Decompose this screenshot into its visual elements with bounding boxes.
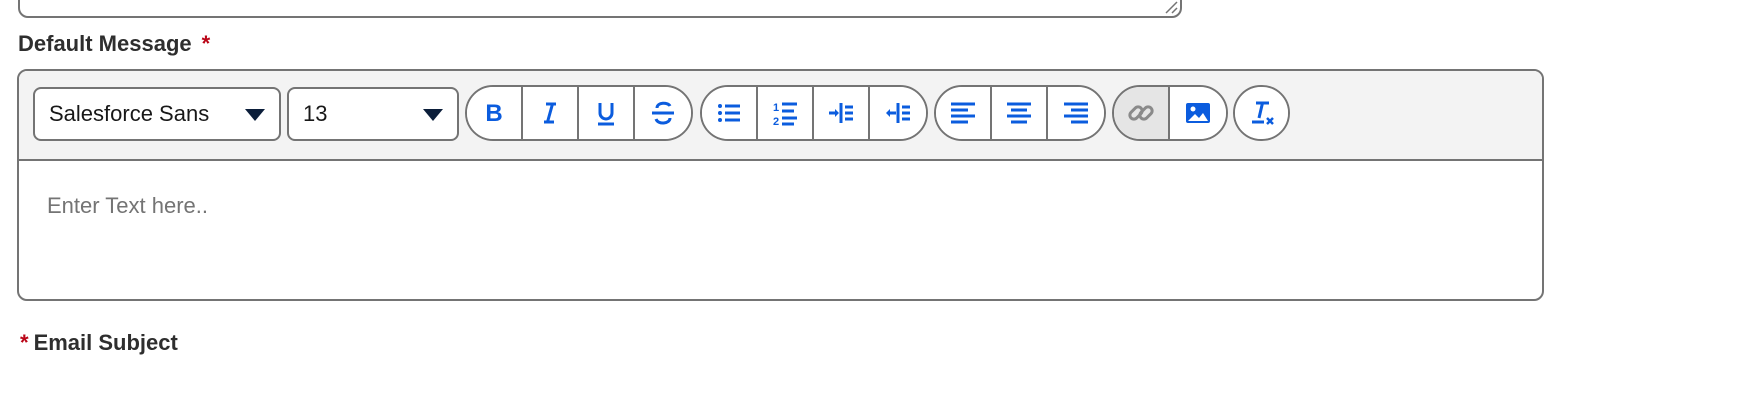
svg-text:2: 2 [773,116,779,128]
required-indicator: * [201,31,211,56]
required-indicator: * [20,330,29,355]
email-subject-label: * Email Subject [20,330,178,356]
align-left-button[interactable] [936,87,993,139]
clear-format-group [1233,85,1290,141]
numbered-list-icon: 12 [773,102,798,128]
link-button[interactable] [1114,87,1171,139]
font-family-select[interactable]: Salesforce Sans [33,87,281,141]
bold-button[interactable]: B [467,87,524,139]
chevron-down-icon [423,109,443,121]
bulleted-list-icon [718,104,740,122]
align-right-button[interactable] [1048,87,1104,139]
indent-button[interactable] [814,87,871,139]
default-message-label-text: Default Message [18,31,192,56]
italic-icon [544,102,557,124]
strikethrough-button[interactable] [635,87,691,139]
resize-grip-icon[interactable] [1164,0,1178,14]
align-right-icon [1064,102,1089,124]
rich-text-editor: Salesforce Sans 13 B 1 2 Enter Text here… [17,69,1544,301]
image-button[interactable] [1170,87,1226,139]
email-subject-label-text: Email Subject [33,330,178,355]
message-text-area[interactable]: Enter Text here.. [47,193,1447,219]
align-center-button[interactable] [992,87,1049,139]
default-message-label: Default Message * [18,31,210,57]
list-group: 12 [700,85,928,141]
text-format-group: B [465,85,693,141]
bold-icon: B [485,100,502,127]
remove-formatting-button[interactable] [1235,87,1288,139]
italic-button[interactable] [523,87,580,139]
remove-formatting-icon [1251,101,1274,125]
numbered-list-button[interactable]: 12 [758,87,815,139]
alignment-group [934,85,1106,141]
editor-toolbar: Salesforce Sans 13 B 1 2 [19,71,1542,161]
strikethrough-icon [652,101,675,125]
align-left-icon [951,102,975,124]
svg-text:1: 1 [773,102,779,114]
underline-button[interactable] [579,87,636,139]
image-icon [1186,103,1210,123]
chevron-down-icon [245,109,265,121]
insert-group [1112,85,1228,141]
indent-icon [829,103,854,123]
font-size-value: 13 [303,101,328,126]
outdent-icon [886,103,911,123]
font-size-select[interactable]: 13 [287,87,459,141]
link-icon [1128,105,1154,121]
editor-body: Enter Text here.. [19,161,1542,299]
previous-textarea[interactable] [18,0,1182,18]
svg-text:B: B [485,100,502,127]
align-center-icon [1007,102,1032,124]
underline-icon [598,103,615,126]
font-family-value: Salesforce Sans [49,101,210,126]
outdent-button[interactable] [870,87,926,139]
bulleted-list-button[interactable] [702,87,759,139]
